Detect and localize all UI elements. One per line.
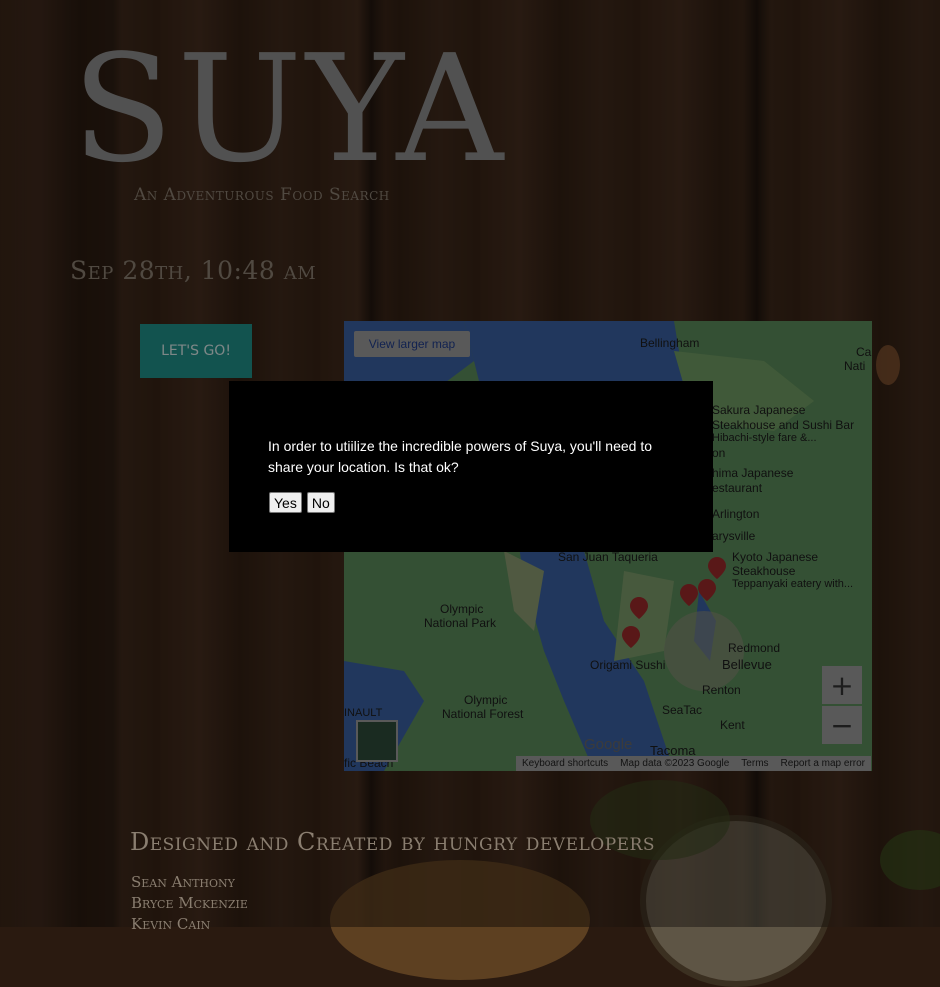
current-datetime: Sep 28th, 10:48 am	[70, 256, 317, 285]
map-label: Bellingham	[640, 336, 700, 350]
map-label: Origami Sushi	[590, 658, 666, 672]
map-label: estaurant	[712, 481, 763, 495]
map-label: arysville	[712, 529, 756, 543]
location-permission-dialog: In order to utiilize the incredible powe…	[229, 381, 713, 552]
map-label: National Forest	[442, 707, 524, 721]
map-label: Hibachi-style fare &...	[712, 432, 817, 444]
keyboard-shortcuts-link[interactable]: Keyboard shortcuts	[516, 758, 614, 769]
map-label: Kyoto Japanese	[732, 550, 819, 564]
map-label: hima Japanese	[712, 466, 794, 480]
map-label: Olympic	[440, 602, 484, 616]
nut-image	[876, 345, 900, 385]
restaurant-pin-icon[interactable]	[622, 626, 640, 648]
restaurant-pin-icon[interactable]	[680, 584, 698, 606]
yes-button[interactable]: Yes	[269, 492, 302, 513]
food-bowl-image	[330, 860, 590, 980]
map-label: Ca	[856, 345, 872, 359]
map-label: Sakura Japanese	[712, 403, 806, 417]
restaurant-pin-icon[interactable]	[698, 579, 716, 601]
view-larger-map-link[interactable]: View larger map	[354, 331, 470, 357]
map-label: National Park	[424, 616, 497, 630]
google-logo: Google	[584, 736, 633, 753]
map-label: Steakhouse	[732, 564, 796, 578]
restaurant-pin-icon[interactable]	[630, 597, 648, 619]
dialog-message: In order to utiilize the incredible powe…	[268, 438, 653, 475]
zoom-in-button[interactable]: +	[822, 666, 862, 704]
report-map-error-link[interactable]: Report a map error	[775, 758, 871, 769]
map-label: Teppanyaki eatery with...	[732, 578, 854, 590]
satellite-toggle[interactable]	[356, 720, 398, 762]
map-label: Bellevue	[722, 657, 772, 672]
map-attribution: Keyboard shortcuts Map data ©2023 Google…	[516, 756, 872, 771]
no-button[interactable]: No	[306, 492, 335, 513]
map-label: INAULT	[344, 707, 383, 719]
restaurant-pin-icon[interactable]	[708, 557, 726, 579]
zoom-out-button[interactable]: −	[822, 706, 862, 744]
credits-title: Designed and Created by hungry developer…	[130, 828, 656, 856]
credit-name: Sean Anthony	[131, 873, 235, 891]
credit-name: Bryce Mckenzie	[131, 894, 248, 912]
map-label: Olympic	[464, 693, 508, 707]
dialog-buttons: Yes No	[269, 492, 335, 513]
map-label: SeaTac	[662, 703, 703, 717]
map-label: Renton	[702, 683, 741, 697]
credit-name: Kevin Cain	[131, 915, 211, 933]
map-label: San Juan Taqueria	[558, 550, 658, 564]
terms-link[interactable]: Terms	[735, 758, 774, 769]
map-label: Redmond	[728, 641, 781, 655]
map-data-credit: Map data ©2023 Google	[620, 758, 730, 769]
map-label: Steakhouse and Sushi Bar	[712, 418, 855, 432]
map-label: Arlington	[712, 507, 760, 521]
site-subtitle: An Adventurous Food Search	[134, 185, 390, 205]
map-label: on	[712, 446, 726, 460]
credits-list: Sean Anthony Bryce Mckenzie Kevin Cain	[131, 872, 248, 935]
map-label: Nati	[844, 359, 866, 373]
site-title: SUYA	[72, 23, 508, 195]
map-label: Kent	[720, 718, 745, 732]
lets-go-button[interactable]: LET'S GO!	[140, 324, 252, 378]
